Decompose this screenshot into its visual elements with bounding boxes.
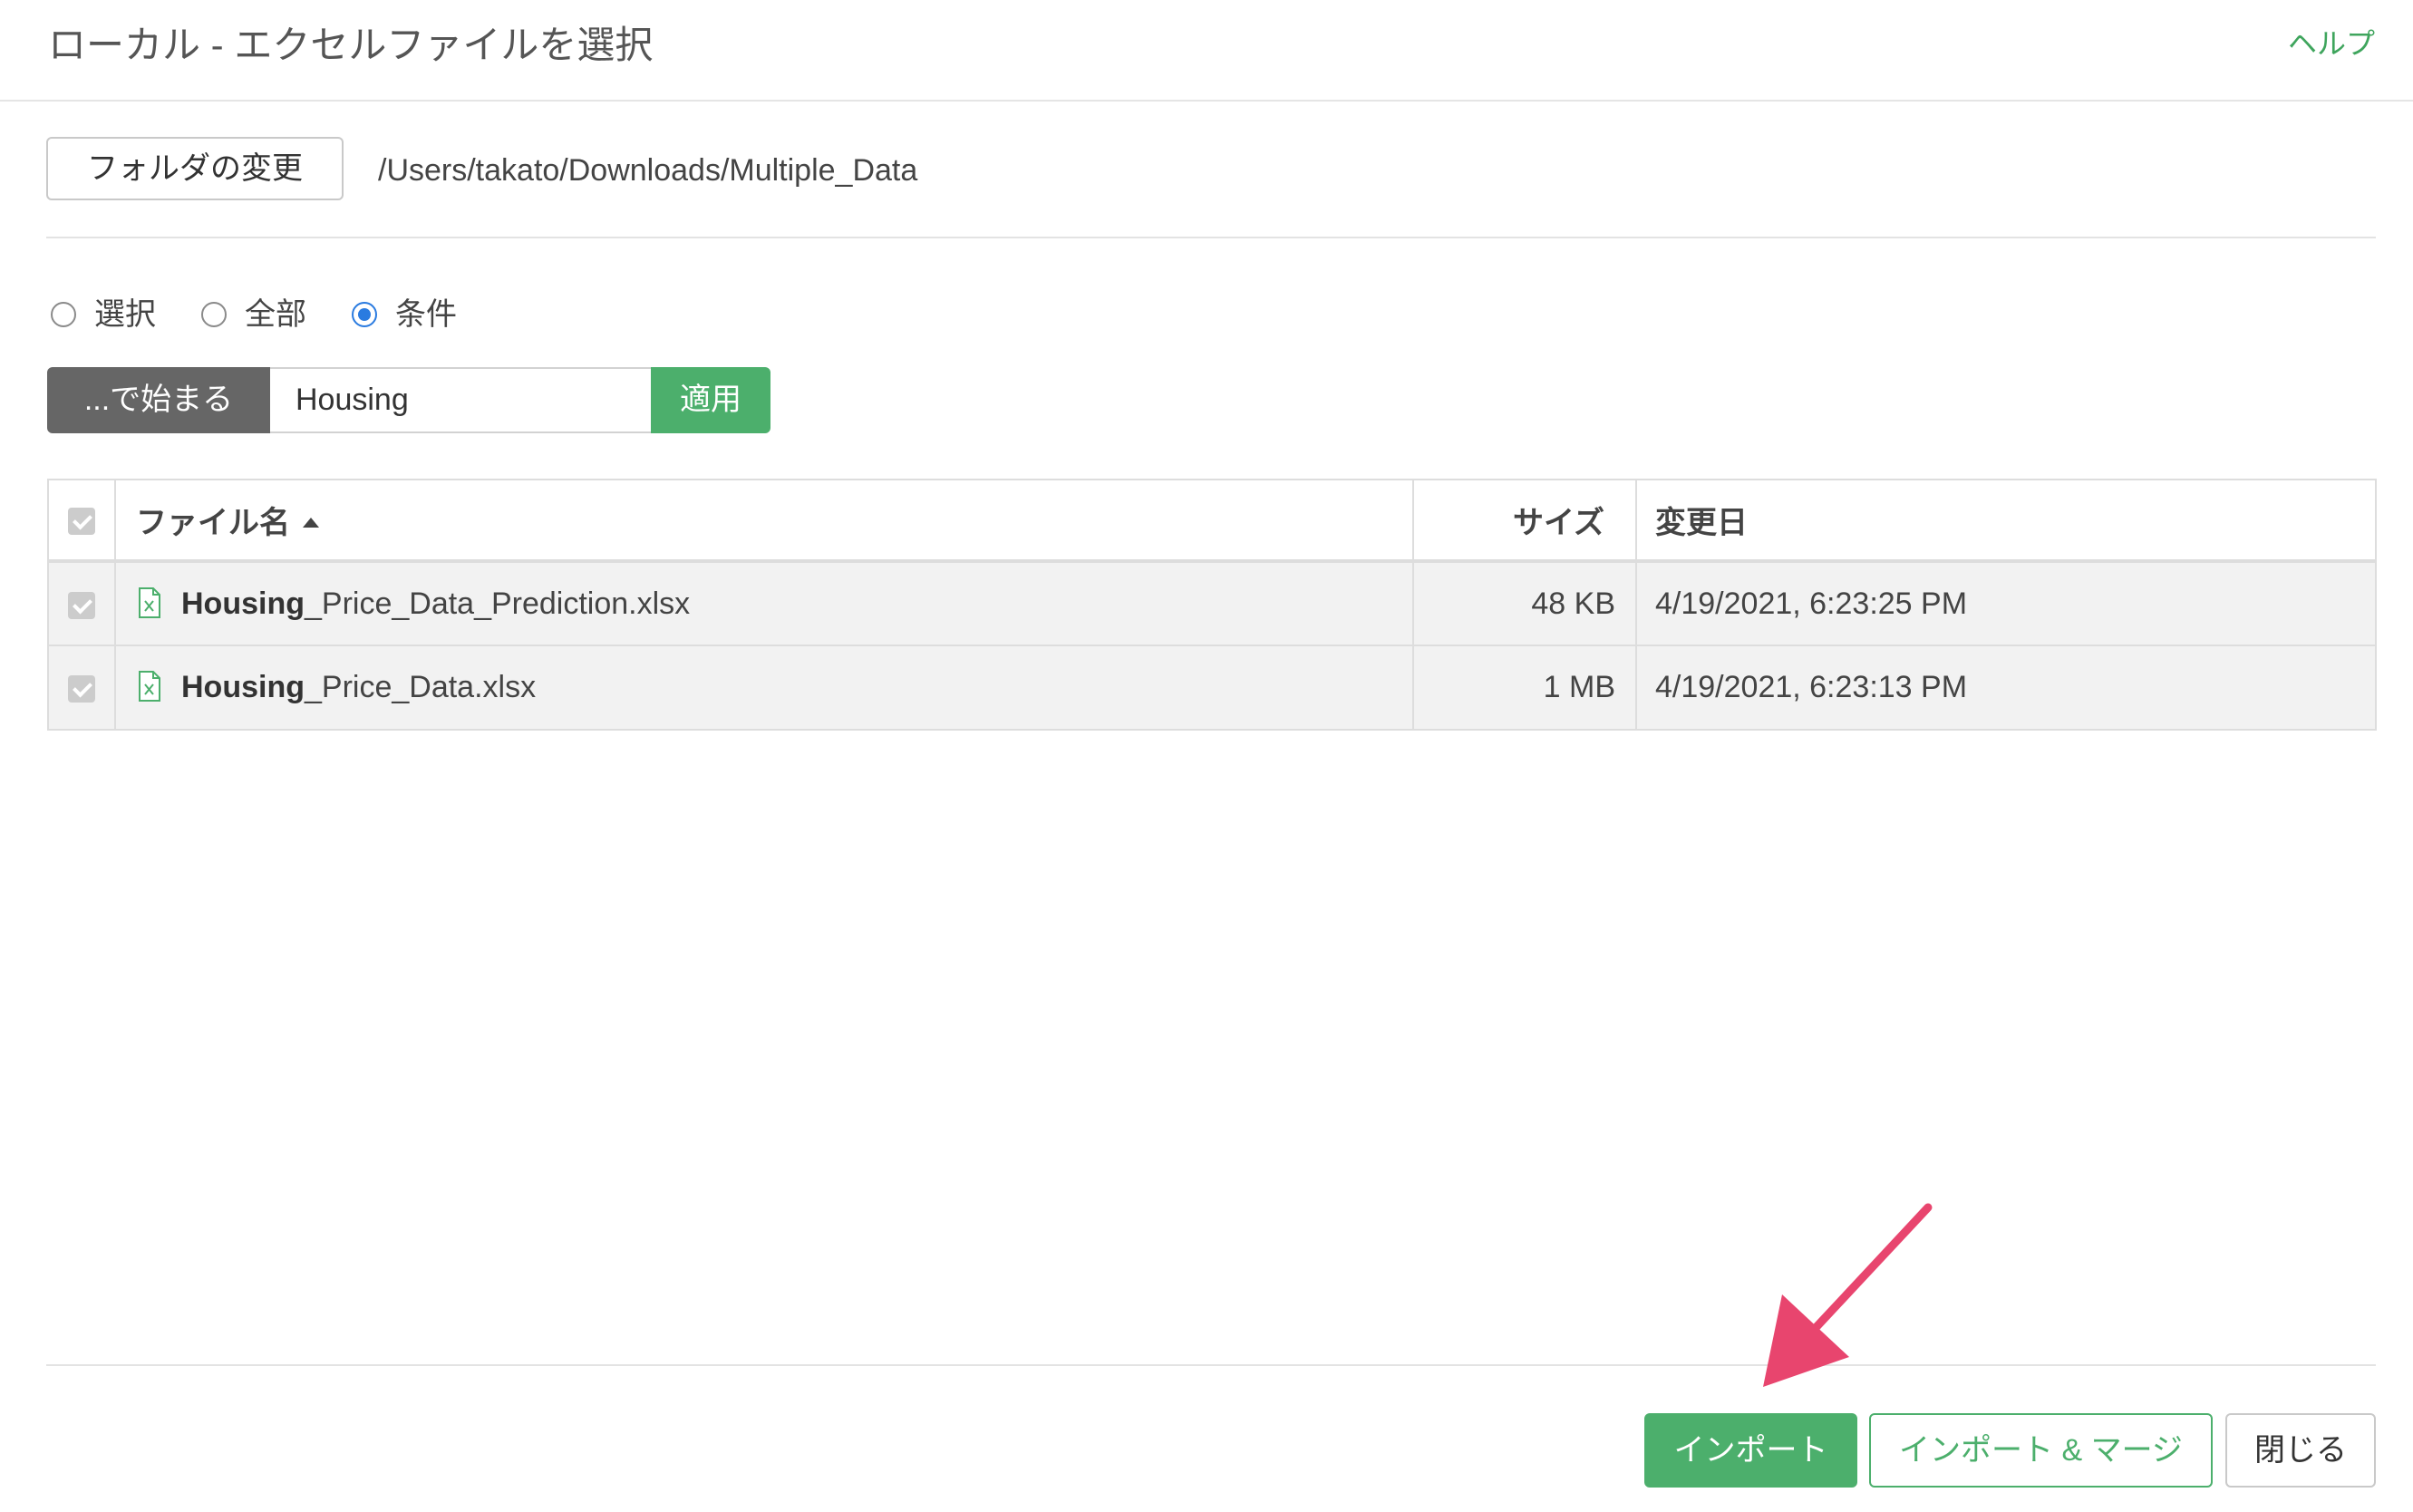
column-header-name[interactable]: ファイル名 bbox=[114, 479, 1414, 563]
condition-operator-dropdown[interactable]: ...で始まる bbox=[47, 367, 270, 433]
divider bbox=[46, 237, 2376, 238]
table-row[interactable]: Housing_Price_Data_Prediction.xlsx 48 KB… bbox=[47, 560, 2377, 646]
radio-label-select: 選択 bbox=[94, 297, 156, 332]
select-all-checkbox[interactable] bbox=[68, 508, 95, 536]
file-table: ファイル名 サイズ 変更日 Housing_Price_Data_Predict… bbox=[47, 479, 2377, 731]
file-size-cell: 48 KB bbox=[1412, 560, 1637, 646]
file-name-match: Housing bbox=[181, 586, 305, 621]
sort-ascending-icon bbox=[303, 517, 319, 528]
folder-path: /Users/takato/Downloads/Multiple_Data bbox=[378, 153, 918, 188]
radio-button-select[interactable] bbox=[51, 302, 76, 327]
apply-button[interactable]: 適用 bbox=[651, 367, 770, 433]
column-header-name-label: ファイル名 bbox=[136, 506, 290, 540]
column-header-modified[interactable]: 変更日 bbox=[1635, 479, 2377, 563]
column-header-size[interactable]: サイズ bbox=[1412, 479, 1637, 563]
row-checkbox[interactable] bbox=[68, 591, 95, 619]
table-header-row: ファイル名 サイズ 変更日 bbox=[47, 479, 2377, 563]
radio-option-all[interactable]: 全部 bbox=[201, 295, 306, 334]
change-folder-button[interactable]: フォルダの変更 bbox=[46, 137, 344, 200]
column-header-size-label: サイズ bbox=[1513, 506, 1604, 540]
help-link[interactable]: ヘルプ bbox=[2288, 20, 2375, 67]
radio-option-condition[interactable]: 条件 bbox=[352, 295, 457, 334]
table-row[interactable]: Housing_Price_Data.xlsx 1 MB 4/19/2021, … bbox=[47, 645, 2377, 731]
file-size-cell: 1 MB bbox=[1412, 645, 1637, 731]
file-modified-cell: 4/19/2021, 6:23:13 PM bbox=[1635, 645, 2377, 731]
file-name-cell: Housing_Price_Data.xlsx bbox=[114, 645, 1414, 731]
row-checkbox-cell bbox=[47, 560, 116, 646]
radio-option-select[interactable]: 選択 bbox=[51, 295, 156, 334]
excel-file-icon bbox=[139, 671, 160, 703]
row-checkbox[interactable] bbox=[68, 675, 95, 703]
radio-label-all: 全部 bbox=[245, 297, 306, 332]
dialog-title: ローカル - エクセルファイルを選択 bbox=[48, 24, 654, 66]
file-name-rest: _Price_Data_Prediction.xlsx bbox=[304, 586, 691, 621]
import-merge-button[interactable]: インポート & マージ bbox=[1869, 1413, 2213, 1488]
excel-file-select-dialog: ローカル - エクセルファイルを選択 ヘルプ フォルダの変更 /Users/ta… bbox=[0, 0, 2413, 1512]
file-name-cell: Housing_Price_Data_Prediction.xlsx bbox=[114, 560, 1414, 646]
file-modified-cell: 4/19/2021, 6:23:25 PM bbox=[1635, 560, 2377, 646]
condition-value-input[interactable] bbox=[270, 367, 651, 433]
excel-file-icon bbox=[139, 586, 160, 618]
annotation-arrow-icon bbox=[1763, 1203, 1933, 1387]
row-checkbox-cell bbox=[47, 645, 116, 731]
radio-button-all[interactable] bbox=[201, 302, 227, 327]
file-name-rest: _Price_Data.xlsx bbox=[304, 670, 537, 704]
close-button[interactable]: 閉じる bbox=[2225, 1413, 2376, 1488]
radio-button-condition[interactable] bbox=[352, 302, 377, 327]
column-header-modified-label: 変更日 bbox=[1655, 506, 1748, 540]
condition-filter-group: ...で始まる 適用 bbox=[47, 367, 770, 433]
import-button[interactable]: インポート bbox=[1644, 1413, 1857, 1488]
select-all-cell bbox=[47, 479, 116, 563]
file-name-match: Housing bbox=[181, 670, 305, 704]
dialog-header: ローカル - エクセルファイルを選択 ヘルプ bbox=[0, 0, 2413, 102]
footer-divider bbox=[46, 1364, 2376, 1366]
selection-mode-group: 選択 全部 条件 bbox=[51, 292, 502, 337]
radio-label-condition: 条件 bbox=[395, 297, 457, 332]
